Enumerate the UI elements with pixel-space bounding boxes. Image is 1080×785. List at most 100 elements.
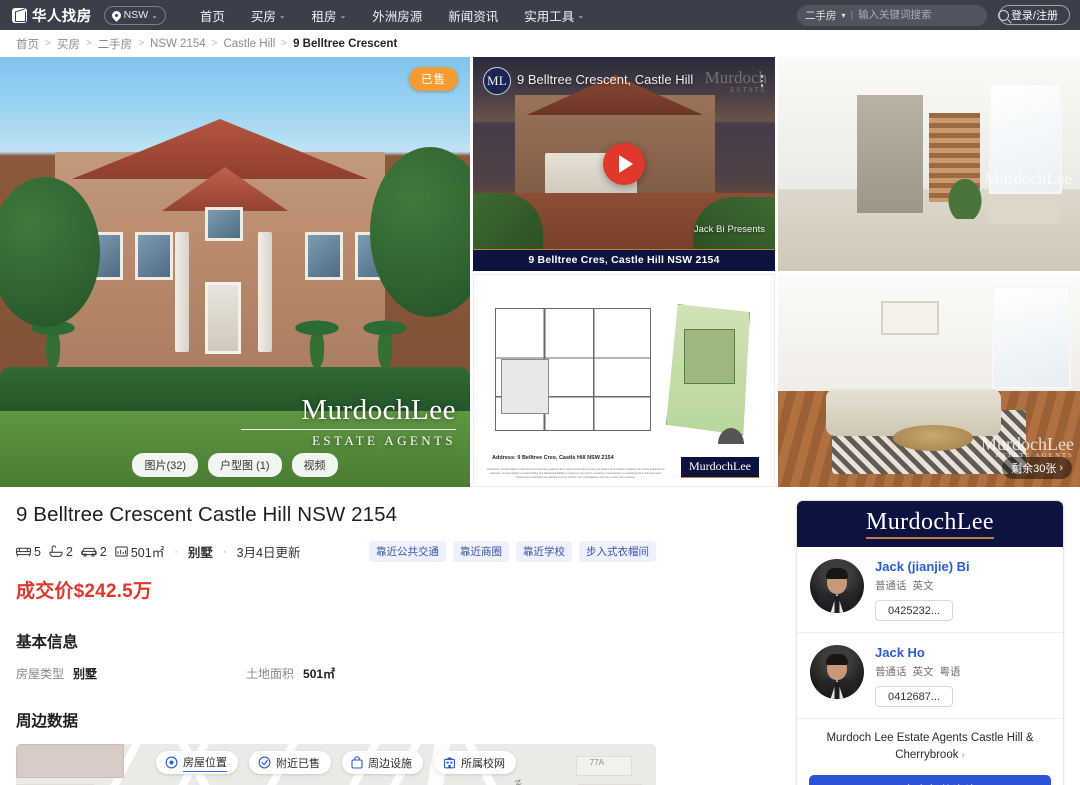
nav-item-tools[interactable]: 实用工具 ⌄ <box>524 6 584 25</box>
agent-language: 普通话 <box>875 580 907 592</box>
plant-shape <box>944 173 987 220</box>
nav-item-interstate[interactable]: 外洲房源 <box>372 6 422 25</box>
info-label: 房屋类型 <box>16 667 65 681</box>
gallery-tab-pills: 图片(32) 户型图 (1) 视频 <box>0 453 470 477</box>
window-shape <box>135 232 173 280</box>
agent-phone-button[interactable]: 0412687... <box>875 686 953 707</box>
gallery-video-thumbnail[interactable]: ML 9 Belltree Crescent, Castle Hill Murd… <box>473 57 775 271</box>
nav-item-buy[interactable]: 买房 ⌄ <box>251 6 286 25</box>
presenter-name: Jack Bi <box>693 223 725 235</box>
main-column: 9 Belltree Crescent Castle Hill NSW 2154… <box>16 487 656 785</box>
video-presenter: Jack Bi Presents <box>691 223 765 235</box>
gallery-pill-floorplan[interactable]: 户型图 (1) <box>208 453 282 477</box>
breadcrumb-separator: > <box>211 38 218 49</box>
surroundings-map[interactable]: 77A 55? Belltree New Line 房屋位置 <box>16 744 656 785</box>
map-tab-label: 房屋位置 <box>183 754 227 772</box>
map-tab-label: 附近已售 <box>276 757 320 770</box>
location-pin-icon <box>165 756 178 769</box>
agent-name[interactable]: Jack (jianjie) Bi <box>875 559 1050 574</box>
search-bar[interactable]: 二手房 ▾ | <box>796 4 1010 26</box>
agent-contact-card: MurdochLee Jack (jianjie) Bi 普通话 英文 0425… <box>796 500 1064 785</box>
tree-shape <box>370 147 470 317</box>
more-options-icon[interactable] <box>760 75 763 87</box>
more-photos-button[interactable]: 剩余30张 › <box>1002 457 1072 479</box>
gallery-row-bottom: Address: 9 Belltree Cres, Castle Hill NS… <box>473 273 1080 487</box>
region-label: NSW <box>123 9 149 21</box>
property-gallery: 已售 MurdochLee ESTATE AGENTS 图片(32) 户型图 (… <box>0 57 1080 487</box>
search-type-selector[interactable]: 二手房 <box>805 8 837 23</box>
breadcrumb-separator: > <box>281 38 288 49</box>
agent-phone-button[interactable]: 0425232... <box>875 600 953 621</box>
map-tab-facilities[interactable]: 周边设施 <box>342 751 423 774</box>
gallery-hero-photo[interactable]: 已售 MurdochLee ESTATE AGENTS 图片(32) 户型图 (… <box>0 57 470 487</box>
window-shape <box>992 286 1071 389</box>
nav-item-rent[interactable]: 租房 ⌄ <box>312 6 347 25</box>
breadcrumb-item-home[interactable]: 首页 <box>16 36 39 52</box>
floorplan-agency-logo: MurdochLee <box>681 456 759 478</box>
page-title: 9 Belltree Crescent Castle Hill NSW 2154 <box>16 503 398 526</box>
nav-item-news[interactable]: 新闻资讯 <box>448 6 498 25</box>
info-value: 别墅 <box>73 667 98 681</box>
nav-label: 外洲房源 <box>372 9 423 24</box>
floorplan-garage-shape <box>501 359 549 415</box>
gallery-interior-thumbnail-2[interactable]: MurdochLee ESTATE AGENTS 剩余30张 › <box>778 273 1080 487</box>
agency-logo: MurdochLee <box>866 509 994 539</box>
agent-language: 英文 <box>912 580 934 592</box>
search-input[interactable] <box>858 9 994 21</box>
brand-name: 华人找房 <box>32 8 92 25</box>
region-selector[interactable]: NSW ⌄ <box>103 5 166 25</box>
map-tab-school-zone[interactable]: 所属校网 <box>434 751 516 774</box>
play-video-button[interactable] <box>603 142 645 185</box>
video-watermark-text: Murdoch <box>704 68 767 87</box>
property-type: 别墅 <box>187 546 213 560</box>
breadcrumb-item-secondhand[interactable]: 二手房 <box>98 36 133 52</box>
video-address-overlay: 9 Belltree Crescent, Castle Hill <box>517 72 694 87</box>
agency-name-link[interactable]: Murdoch Lee Estate Agents Castle Hill & … <box>797 718 1063 775</box>
nav-label: 实用工具 <box>524 9 575 24</box>
interior-watermark: MurdochLee <box>984 169 1072 189</box>
gallery-pill-photos[interactable]: 图片(32) <box>132 453 199 477</box>
avatar[interactable] <box>810 645 864 699</box>
house-logo-icon <box>12 7 27 23</box>
map-tab-location[interactable]: 房屋位置 <box>156 751 238 774</box>
feature-tag-shopping: 靠近商圈 <box>453 541 509 562</box>
email-enquiry-button[interactable]: 点击邮件咨询 <box>809 774 1051 785</box>
site-brand[interactable]: 华人找房 <box>12 5 92 26</box>
window-shape <box>305 232 343 280</box>
chevron-down-icon: ▾ <box>841 10 846 20</box>
gallery-floorplan-thumbnail[interactable]: Address: 9 Belltree Cres, Castle Hill NS… <box>473 273 775 487</box>
gallery-interior-thumbnail-1[interactable]: MurdochLee <box>778 57 1080 271</box>
nav-item-home[interactable]: 首页 <box>200 6 225 25</box>
info-row-land-area: 土地面积 501㎡ <box>246 665 335 682</box>
avatar-tie-shape <box>834 682 840 699</box>
area-icon <box>115 546 128 557</box>
hero-photo-image: 已售 MurdochLee ESTATE AGENTS 图片(32) 户型图 (… <box>0 57 470 487</box>
more-photos-label: 剩余30张 <box>1011 463 1057 475</box>
agent-name[interactable]: Jack Ho <box>875 645 1050 660</box>
breadcrumb-item-postcode[interactable]: NSW 2154 <box>150 38 206 50</box>
map-tab-nearby-sold[interactable]: 附近已售 <box>249 751 331 774</box>
chevron-right-icon: › <box>1059 462 1063 474</box>
feature-tag-wardrobe: 步入式衣帽间 <box>579 541 656 562</box>
search-icon[interactable] <box>998 9 1010 21</box>
sold-badge: 已售 <box>409 67 458 91</box>
agent-languages: 普通话 英文 粤语 <box>875 664 1050 679</box>
sofa-shape <box>986 195 1059 224</box>
video-watermark: Murdoch ESTATE <box>705 69 767 94</box>
avatar[interactable] <box>810 559 864 613</box>
breadcrumb-item-buy[interactable]: 买房 <box>57 36 80 52</box>
avatar-tie-shape <box>834 596 840 613</box>
breadcrumb-item-suburb[interactable]: Castle Hill <box>223 38 275 50</box>
wall-art-shape <box>880 301 939 336</box>
agent-language: 普通话 <box>875 666 907 678</box>
presents-label: Presents <box>727 223 766 235</box>
spec-separator: · <box>174 545 178 558</box>
updated-date: 3月4日更新 <box>236 546 301 560</box>
agent-row: Jack Ho 普通话 英文 粤语 0412687... <box>797 632 1063 718</box>
column-shape <box>175 232 189 352</box>
site-house-footprint-shape <box>684 329 735 385</box>
gallery-pill-video[interactable]: 视频 <box>291 453 338 477</box>
property-specs-row: 5 2 2 501㎡ · 别墅 · 3月4日更新 靠近公共交通 靠近商圈 靠近学… <box>16 541 656 562</box>
agent-details: Jack Ho 普通话 英文 粤语 0412687... <box>875 645 1050 707</box>
doorway-shape <box>856 95 923 213</box>
